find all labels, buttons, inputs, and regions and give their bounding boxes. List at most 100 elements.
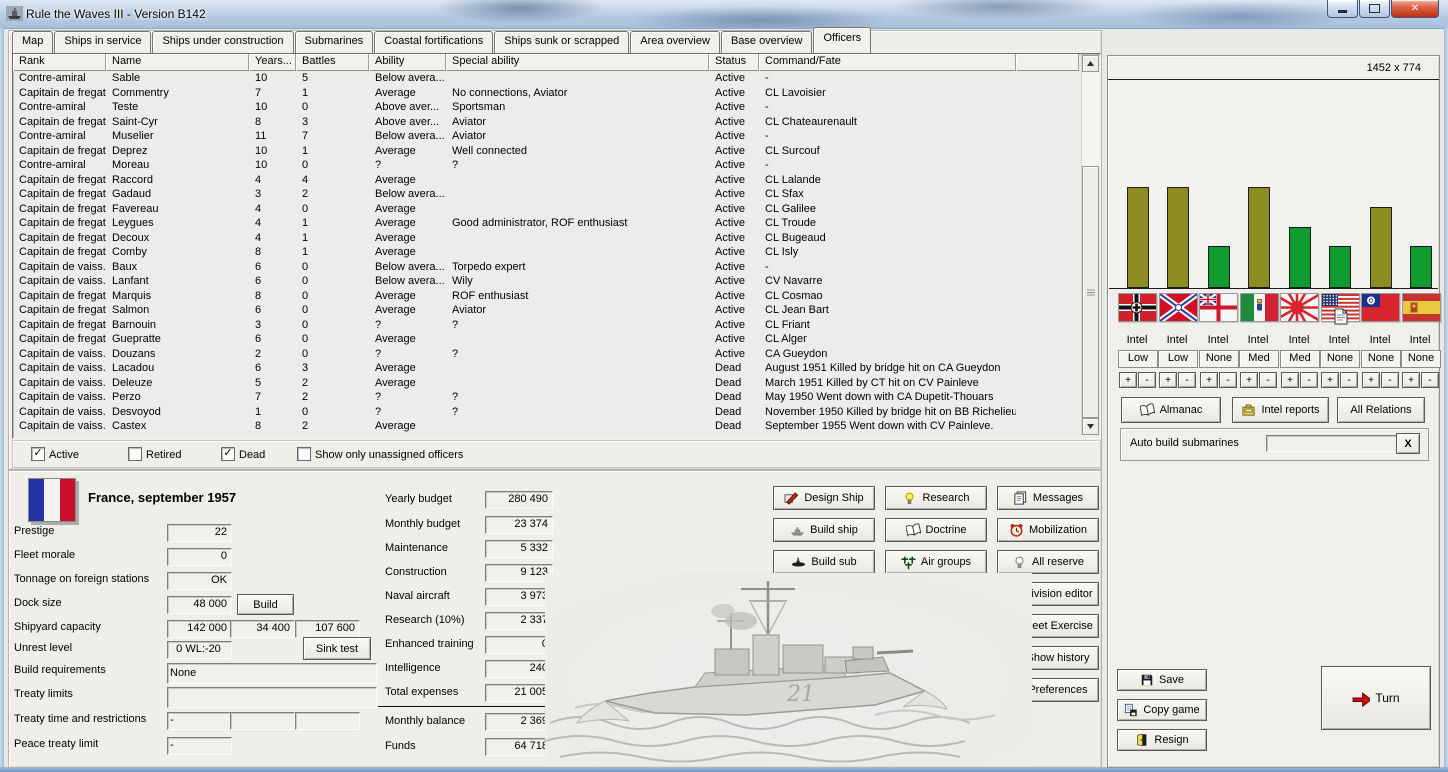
intel-increase-spain[interactable]: + [1402, 372, 1420, 388]
table-row[interactable]: Capitain de fregateCommentry71AverageNo … [13, 86, 1100, 101]
table-row[interactable]: Capitain de vaiss...Baux60Below avera...… [13, 260, 1100, 275]
tab-ships-in-service[interactable]: Ships in service [54, 31, 151, 53]
table-row[interactable]: Capitain de vaiss...Lanfant60Below avera… [13, 274, 1100, 289]
mobilization-button[interactable]: Mobilization [997, 518, 1099, 542]
intel-increase-china[interactable]: + [1362, 372, 1380, 388]
resign-button[interactable]: Resign [1117, 729, 1207, 751]
build-requirements-value: None [167, 663, 377, 684]
column-header-name[interactable]: Name [106, 54, 249, 71]
build-sub-button[interactable]: Build sub [773, 550, 875, 574]
design-ship-button[interactable]: Design Ship [773, 486, 875, 510]
column-header-rank[interactable]: Rank [13, 54, 106, 71]
table-row[interactable]: Capitain de vaiss...Perzo72??DeadMay 195… [13, 390, 1100, 405]
scroll-up-button[interactable] [1082, 55, 1099, 72]
intel-decrease-united-kingdom[interactable]: - [1219, 372, 1237, 388]
intel-increase-italy[interactable]: + [1240, 372, 1258, 388]
almanac-button[interactable]: Almanac [1121, 397, 1221, 423]
cell-special-ability: No connections, Aviator [446, 86, 709, 101]
table-row[interactable]: Capitain de fregateBarnouin30??ActiveCL … [13, 318, 1100, 333]
tab-area-overview[interactable]: Area overview [630, 31, 720, 53]
tab-base-overview[interactable]: Base overview [721, 31, 813, 53]
table-row[interactable]: Capitain de fregateMarquis80AverageROF e… [13, 289, 1100, 304]
copy-game-button[interactable]: Copy game [1117, 699, 1207, 721]
table-row[interactable]: Contre-amiralSable105Below avera...Activ… [13, 71, 1100, 86]
checkbox-show-only-unassigned-officers[interactable] [297, 447, 311, 461]
build-ship-button[interactable]: Build ship [773, 518, 875, 542]
table-row[interactable]: Capitain de vaiss...Douzans20??ActiveCA … [13, 347, 1100, 362]
doctrine-button[interactable]: Doctrine [885, 518, 987, 542]
table-row[interactable]: Capitain de fregateDecoux41AverageActive… [13, 231, 1100, 246]
column-header-years[interactable]: Years... [249, 54, 296, 71]
intel-decrease-italy[interactable]: - [1259, 372, 1277, 388]
intel-increase-united-kingdom[interactable]: + [1200, 372, 1218, 388]
flag-germany[interactable] [1118, 293, 1157, 322]
table-row[interactable]: Capitain de fregateRaccord44AverageActiv… [13, 173, 1100, 188]
tab-officers[interactable]: Officers [813, 27, 871, 53]
flag-russia[interactable] [1159, 293, 1198, 322]
column-header-battles[interactable]: Battles [296, 54, 369, 71]
maximize-button[interactable] [1359, 0, 1390, 18]
column-header-command-fate[interactable]: Command/Fate [759, 54, 1016, 71]
table-row[interactable]: Capitain de fregateSalmon60AverageAviato… [13, 303, 1100, 318]
research-button[interactable]: Research [885, 486, 987, 510]
intel-decrease-russia[interactable]: - [1178, 372, 1196, 388]
table-row[interactable]: Capitain de vaiss...Deleuze52AverageDead… [13, 376, 1100, 391]
checkbox-active[interactable]: ✓ [31, 447, 45, 461]
dock-size-button[interactable]: Build [237, 594, 294, 615]
scrollbar-thumb[interactable] [1082, 166, 1099, 418]
intel-reports-button[interactable]: Intel reports [1232, 397, 1329, 423]
flag-italy[interactable] [1240, 293, 1279, 322]
messages-button[interactable]: Messages [997, 486, 1099, 510]
column-header-ability[interactable]: Ability [369, 54, 446, 71]
table-row[interactable]: Capitain de vaiss...Desvoyod10??DeadNove… [13, 405, 1100, 420]
table-row[interactable]: Capitain de fregateSaint-Cyr83Above aver… [13, 115, 1100, 130]
table-row[interactable]: Capitain de fregateLeygues41AverageGood … [13, 216, 1100, 231]
intel-decrease-united-states[interactable]: - [1340, 372, 1358, 388]
intel-decrease-spain[interactable]: - [1421, 372, 1439, 388]
intel-decrease-china[interactable]: - [1381, 372, 1399, 388]
all-relations-button[interactable]: All Relations [1337, 397, 1425, 423]
column-header-status[interactable]: Status [709, 54, 759, 71]
intel-increase-united-states[interactable]: + [1321, 372, 1339, 388]
close-button[interactable]: ✕ [1391, 0, 1439, 18]
flag-china[interactable] [1361, 293, 1400, 322]
flag-japan[interactable] [1280, 293, 1319, 322]
intel-decrease-japan[interactable]: - [1300, 372, 1318, 388]
cell-name: Sable [106, 71, 249, 86]
column-header-special-ability[interactable]: Special ability [446, 54, 709, 71]
table-row[interactable]: Capitain de fregateComby81AverageActiveC… [13, 245, 1100, 260]
table-row[interactable]: Capitain de fregateGuepratte60AverageAct… [13, 332, 1100, 347]
intel-increase-germany[interactable]: + [1119, 372, 1137, 388]
intel-increase-japan[interactable]: + [1281, 372, 1299, 388]
unrest-button[interactable]: Sink test [303, 637, 371, 660]
table-scrollbar[interactable] [1081, 55, 1099, 435]
table-row[interactable]: Contre-amiralTeste100Above aver...Sports… [13, 100, 1100, 115]
minimize-button[interactable] [1327, 0, 1358, 18]
flag-spain[interactable] [1402, 293, 1441, 322]
tab-submarines[interactable]: Submarines [295, 31, 374, 53]
scroll-down-button[interactable] [1082, 418, 1099, 435]
all-reserve-button[interactable]: All reserve [997, 550, 1099, 574]
air-groups-button[interactable]: Air groups [885, 550, 987, 574]
save-button[interactable]: Save [1117, 669, 1207, 691]
checkbox-dead[interactable]: ✓ [221, 447, 235, 461]
table-row[interactable]: Capitain de fregateGadaud32Below avera..… [13, 187, 1100, 202]
table-row[interactable]: Capitain de fregateDeprez101AverageWell … [13, 144, 1100, 159]
table-row[interactable]: Contre-amiralMoreau100??Active- [13, 158, 1100, 173]
auto-build-clear-button[interactable]: X [1396, 433, 1420, 454]
tab-ships-sunk-or-scrapped[interactable]: Ships sunk or scrapped [494, 31, 629, 53]
intel-increase-russia[interactable]: + [1159, 372, 1177, 388]
tab-map[interactable]: Map [12, 31, 53, 53]
table-row[interactable]: Contre-amiralMuselier117Below avera...Av… [13, 129, 1100, 144]
checkbox-retired[interactable] [128, 447, 142, 461]
turn-button[interactable]: Turn [1321, 666, 1431, 730]
table-row[interactable]: Capitain de fregateFavereau40AverageActi… [13, 202, 1100, 217]
tab-coastal-fortifications[interactable]: Coastal fortifications [374, 31, 493, 53]
table-row[interactable]: Capitain de vaiss...Castex82AverageDeadS… [13, 419, 1100, 434]
intel-decrease-germany[interactable]: - [1138, 372, 1156, 388]
cell-ability: Average [369, 361, 446, 376]
tab-ships-under-construction[interactable]: Ships under construction [152, 31, 293, 53]
flag-united-kingdom[interactable] [1199, 293, 1238, 322]
table-row[interactable]: Capitain de vaiss...Lacadou63AverageDead… [13, 361, 1100, 376]
auto-build-field[interactable] [1266, 435, 1398, 452]
